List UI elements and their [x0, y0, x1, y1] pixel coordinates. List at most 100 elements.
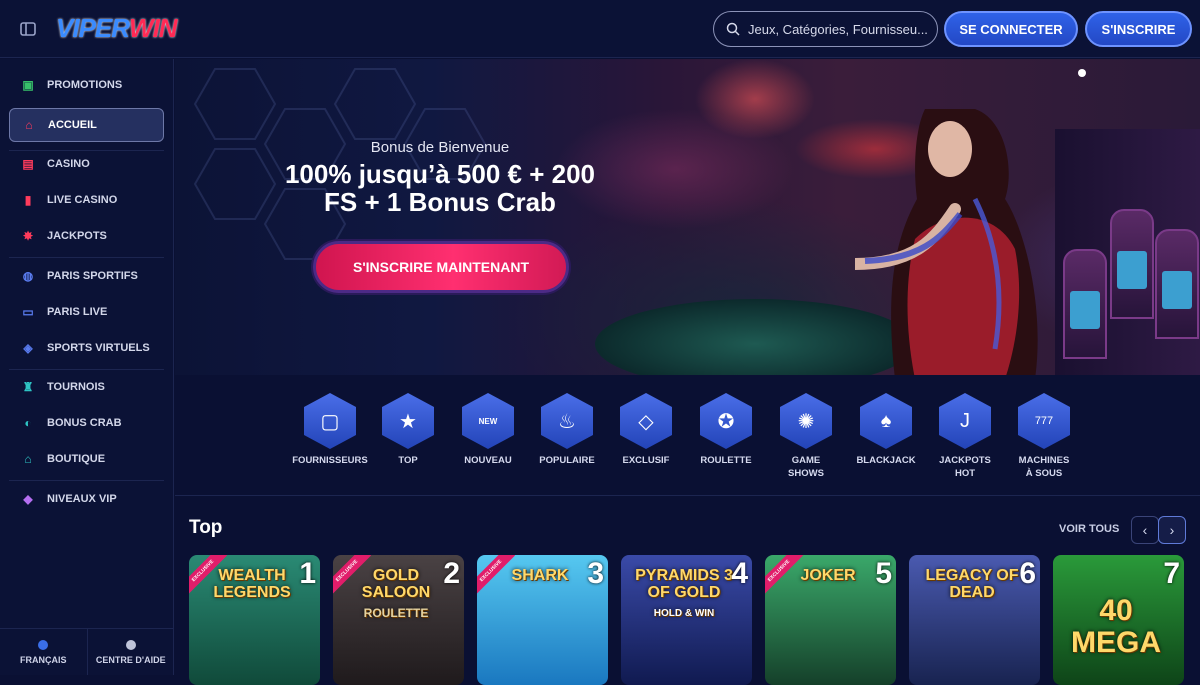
language-label: FRANÇAIS	[20, 654, 67, 665]
category-jackpots-hot[interactable]: J JACKPOTS HOT	[925, 393, 1005, 480]
category-machines-a-sous[interactable]: 777 MACHINES À SOUS	[1004, 393, 1084, 480]
category-label: TOP	[398, 455, 418, 466]
game-rank: 4	[731, 557, 748, 590]
language-selector[interactable]: FRANÇAIS	[0, 629, 87, 675]
sidebar-item-accueil[interactable]: ⌂ ACCUEIL	[9, 108, 164, 142]
game-title: PYRAMIDS 3 OF GOLD	[635, 567, 733, 601]
help-label: CENTRE D'AIDE	[95, 654, 166, 665]
cards-icon: ▮	[24, 193, 32, 207]
category-roulette[interactable]: ✪ ROULETTE	[686, 393, 766, 467]
sidebar-item-promotions[interactable]: ▣ PROMOTIONS	[9, 68, 164, 102]
search-icon	[726, 22, 740, 36]
sidebar-item-label: TOURNOIS	[47, 381, 105, 393]
sidebar-item-tournois[interactable]: ♜ TOURNOIS	[9, 370, 164, 404]
hero-title-line1: 100% jusqu’à 500 € + 200	[284, 159, 596, 189]
game-rank: 1	[299, 557, 316, 590]
logo-part-win: WIN	[129, 13, 178, 43]
sidebar-item-paris-live[interactable]: ▭ PARIS LIVE	[9, 295, 164, 329]
roulette-icon: ✪	[700, 393, 752, 449]
category-blackjack[interactable]: ♠ BLACKJACK	[846, 393, 926, 467]
category-label: NOUVEAU	[464, 455, 512, 466]
live-icon: ▭	[22, 305, 34, 319]
game-title: 40 MEGA	[1071, 594, 1161, 659]
category-populaire[interactable]: ♨ POPULAIRE	[527, 393, 607, 467]
login-button[interactable]: SE CONNECTER	[944, 11, 1078, 47]
site-logo[interactable]: VIPER WIN	[56, 13, 178, 44]
sidebar-item-paris-sportifs[interactable]: ◍ PARIS SPORTIFS	[9, 259, 164, 293]
game-card[interactable]: PYRAMIDS 3 OF GOLD HOLD & WIN 4	[621, 555, 752, 685]
sidebar-item-label: BONUS CRAB	[47, 417, 122, 429]
category-bar: ▢ FOURNISSEURS ★ TOP NEW NOUVEAU ♨ POPULAIRE…	[290, 393, 1080, 483]
category-game-shows[interactable]: ✺ GAME SHOWS	[766, 393, 846, 480]
game-rank: 2	[443, 557, 460, 590]
jackpot-icon: J	[939, 393, 991, 449]
sidebar-item-jackpots[interactable]: ✸ JACKPOTS	[9, 219, 164, 253]
jackpot-icon: ✸	[22, 229, 34, 243]
carousel-indicator[interactable]	[1078, 69, 1086, 77]
section-title: Top	[189, 517, 223, 538]
sidebar-item-label: LIVE CASINO	[47, 194, 118, 206]
gamepad-icon: ◈	[23, 341, 33, 355]
category-label: ROULETTE	[700, 455, 752, 466]
chevron-left-icon: ‹	[1142, 522, 1148, 538]
sidebar-item-label: PARIS SPORTIFS	[47, 270, 138, 282]
providers-icon: ▢	[304, 393, 356, 449]
globe-icon	[38, 639, 49, 650]
game-card[interactable]: EXCLUSIVE GOLD SALOON ROULETTE 2	[333, 555, 464, 685]
sidebar-item-label: SPORTS VIRTUELS	[47, 342, 150, 354]
sidebar-item-casino[interactable]: ▤ CASINO	[9, 147, 164, 181]
game-card[interactable]: EXCLUSIVE WEALTH LEGENDS 1	[189, 555, 320, 685]
help-icon	[125, 639, 136, 650]
help-center-link[interactable]: CENTRE D'AIDE	[86, 629, 175, 675]
sidebar-divider	[9, 480, 164, 481]
category-nouveau[interactable]: NEW NOUVEAU	[448, 393, 528, 467]
signup-now-button[interactable]: S'INSCRIRE MAINTENANT	[313, 241, 569, 293]
sidebar-divider	[9, 257, 164, 258]
top-games-carousel: EXCLUSIVE WEALTH LEGENDS 1 EXCLUSIVE GOLD S…	[189, 555, 1189, 685]
crab-icon: ◐	[24, 416, 32, 430]
sidebar-item-live-casino[interactable]: ▮ LIVE CASINO	[9, 183, 164, 217]
game-card[interactable]: LEGACY OF DEAD 6	[909, 555, 1040, 685]
category-label: FOURNISSEURS	[292, 455, 368, 466]
sidebar-item-label: PROMOTIONS	[47, 79, 123, 91]
diamond-icon: ◇	[620, 393, 672, 449]
sidebar-toggle-button[interactable]	[0, 0, 56, 58]
category-exclusif[interactable]: ◇ EXCLUSIF	[606, 393, 686, 467]
category-label: JACKPOTS HOT	[939, 455, 991, 479]
category-label: MACHINES À SOUS	[1018, 455, 1070, 479]
game-title: WEALTH LEGENDS	[213, 567, 291, 601]
sidebar-item-label: PARIS LIVE	[47, 306, 108, 318]
carousel-next-button[interactable]: ›	[1158, 516, 1186, 544]
game-card[interactable]: 40 MEGA 7	[1053, 555, 1184, 685]
search-input[interactable]: Jeux, Catégories, Fournisseu...	[713, 11, 938, 47]
signup-button[interactable]: S'INSCRIRE	[1085, 11, 1192, 47]
bag-icon: ⌂	[24, 452, 32, 466]
sidebar-item-label: NIVEAUX VIP	[47, 493, 117, 505]
logo-part-viper: VIPER	[56, 13, 130, 43]
sidebar-item-niveaux-vip[interactable]: ◆ NIVEAUX VIP	[9, 482, 164, 516]
category-label: POPULAIRE	[539, 455, 595, 466]
category-top[interactable]: ★ TOP	[368, 393, 448, 467]
game-subtitle: HOLD & WIN	[653, 608, 715, 619]
trophy-icon: ♜	[22, 380, 34, 394]
game-rank: 7	[1163, 557, 1180, 590]
sidebar-item-boutique[interactable]: ⌂ BOUTIQUE	[9, 442, 164, 476]
game-title: GOLD SALOON	[361, 567, 431, 601]
section-divider	[175, 495, 1200, 496]
category-fournisseurs[interactable]: ▢ FOURNISSEURS	[290, 393, 370, 467]
game-card[interactable]: EXCLUSIVE SHARK 3	[477, 555, 608, 685]
see-all-link[interactable]: VOIR TOUS	[1059, 523, 1119, 535]
sidebar-item-sports-virtuels[interactable]: ◈ SPORTS VIRTUELS	[9, 331, 164, 365]
carousel-prev-button[interactable]: ‹	[1131, 516, 1159, 544]
sidebar: ▣ PROMOTIONS ⌂ ACCUEIL ▤ CASINO ▮ LIVE CASIN…	[0, 59, 174, 675]
sidebar-item-bonus-crab[interactable]: ◐ BONUS CRAB	[9, 406, 164, 440]
category-label: EXCLUSIF	[622, 455, 670, 466]
sidebar-item-label: JACKPOTS	[47, 230, 107, 242]
game-card[interactable]: EXCLUSIVE JOKER 5	[765, 555, 896, 685]
new-icon: NEW	[462, 393, 514, 449]
sidebar-toggle-icon	[20, 21, 36, 36]
ball-icon: ◍	[22, 269, 34, 283]
sidebar-item-label: BOUTIQUE	[47, 453, 106, 465]
cards-icon: ♠	[860, 393, 912, 449]
slot-machine-icon: 777	[1018, 393, 1070, 449]
